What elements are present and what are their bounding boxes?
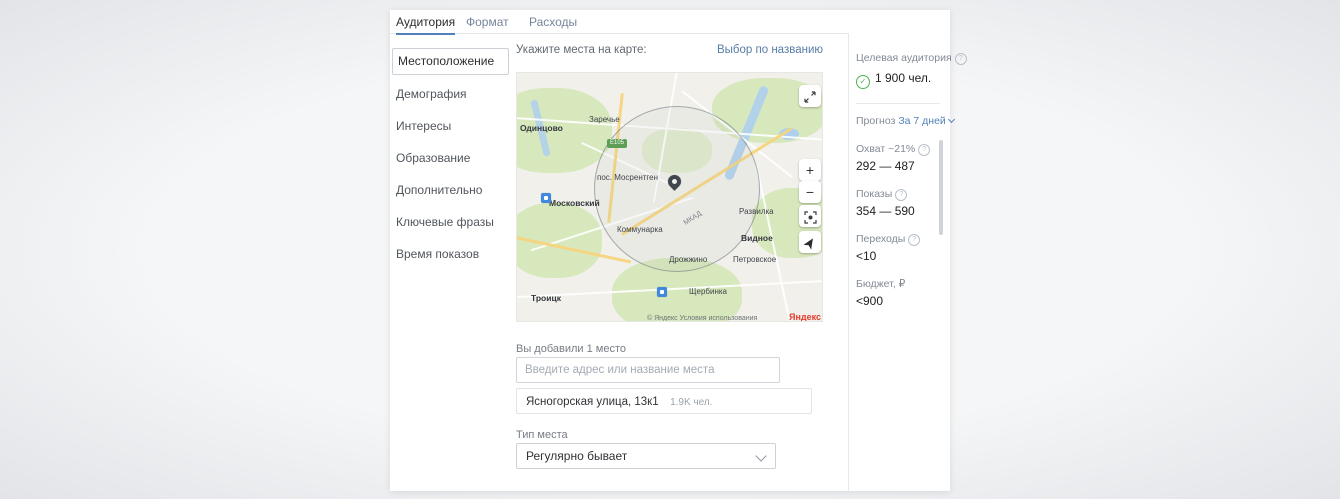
target-audience-text: Целевая аудитория xyxy=(856,52,952,64)
impressions-label: Показы? xyxy=(856,188,907,201)
clicks-label: Переходы? xyxy=(856,233,920,246)
forecast-label: Прогноз xyxy=(856,115,895,127)
sidebar-item-education[interactable]: Образование xyxy=(396,151,470,165)
impressions-text: Показы xyxy=(856,188,892,200)
scrollbar-thumb[interactable] xyxy=(939,140,943,235)
map-label: Петровское xyxy=(733,255,776,264)
tab-audience[interactable]: Аудитория xyxy=(396,15,455,35)
sidebar-item-keyphrases[interactable]: Ключевые фразы xyxy=(396,215,494,229)
clicks-value: <10 xyxy=(856,249,876,263)
map-poi-icon xyxy=(541,193,551,203)
tab-spending[interactable]: Расходы xyxy=(529,15,577,33)
info-icon[interactable]: ? xyxy=(918,144,930,156)
info-icon[interactable]: ? xyxy=(895,189,907,201)
place-name: Ясногорская улица, 13к1 xyxy=(526,396,659,408)
panel-divider xyxy=(848,33,849,491)
geolocation-button[interactable] xyxy=(799,231,821,253)
chevron-down-icon xyxy=(755,450,766,461)
summary-divider xyxy=(856,103,940,104)
target-audience-label: Целевая аудитория? xyxy=(856,52,967,65)
audience-count: 1 900 чел. xyxy=(875,71,931,85)
map-attribution: © Яндекс Условия использования xyxy=(647,315,757,322)
forecast-period-value: За 7 дней xyxy=(898,115,946,127)
place-type-value: Регулярно бывает xyxy=(526,449,627,463)
map-label: Дрожжино xyxy=(669,255,707,264)
measure-tool-button[interactable] xyxy=(799,205,821,227)
select-by-name-link[interactable]: Выбор по названию xyxy=(717,44,823,56)
map-label: Щербинка xyxy=(689,287,727,296)
chevron-down-icon xyxy=(948,116,955,123)
place-type-label: Тип места xyxy=(516,429,568,441)
reach-text: Охват ~21% xyxy=(856,143,915,155)
info-icon[interactable]: ? xyxy=(955,53,967,65)
map-label: Одинцово xyxy=(520,123,563,133)
sidebar-item-showtime[interactable]: Время показов xyxy=(396,247,479,261)
road-number-badge: Е105 xyxy=(607,139,627,148)
fullscreen-button[interactable] xyxy=(799,85,821,107)
budget-value: <900 xyxy=(856,294,883,308)
tab-bar: Аудитория Формат Расходы xyxy=(390,10,848,34)
reach-label: Охват ~21%? xyxy=(856,143,930,156)
tab-format[interactable]: Формат xyxy=(466,15,509,33)
sidebar-item-additional[interactable]: Дополнительно xyxy=(396,183,482,197)
info-icon[interactable]: ? xyxy=(908,234,920,246)
map-label: Коммунарка xyxy=(617,225,663,234)
map-prompt-label: Укажите места на карте: xyxy=(516,44,647,56)
sidebar-item-demography[interactable]: Демография xyxy=(396,87,467,101)
map-poi-icon xyxy=(657,287,667,297)
yandex-logo[interactable]: Яндекс xyxy=(789,312,821,322)
map-label: Заречье xyxy=(589,115,620,124)
terms-of-use-link[interactable]: Условия использования xyxy=(680,315,758,322)
map-label: Московский xyxy=(549,198,600,208)
forecast-period-dropdown[interactable]: За 7 дней xyxy=(898,115,954,127)
added-place-row[interactable]: Ясногорская улица, 13к1 1.9K чел. xyxy=(516,388,812,414)
sidebar-item-interests[interactable]: Интересы xyxy=(396,119,451,133)
address-search-input[interactable] xyxy=(516,357,780,383)
budget-label: Бюджет, ₽ xyxy=(856,278,905,290)
clicks-text: Переходы xyxy=(856,233,905,245)
target-audience-value: ✓ 1 900 чел. xyxy=(856,71,931,89)
attribution-copyright: © Яндекс xyxy=(647,315,678,322)
zoom-out-button[interactable]: − xyxy=(799,181,821,203)
check-circle-icon: ✓ xyxy=(856,75,870,89)
zoom-in-button[interactable]: + xyxy=(799,159,821,181)
added-places-label: Вы добавили 1 место xyxy=(516,343,626,355)
reach-value: 292 — 487 xyxy=(856,159,915,173)
sidebar-item-location[interactable]: Местоположение xyxy=(392,48,509,75)
place-audience-count: 1.9K чел. xyxy=(670,397,712,408)
map-label: Развилка xyxy=(739,207,774,216)
yandex-map[interactable]: Одинцово Заречье пос. Мосрентген Московс… xyxy=(516,72,823,322)
map-label: пос. Мосрентген xyxy=(597,173,658,182)
ads-settings-card: Аудитория Формат Расходы Местоположение … xyxy=(390,10,950,491)
map-label: Видное xyxy=(741,233,773,243)
place-type-select[interactable]: Регулярно бывает xyxy=(516,443,776,469)
impressions-value: 354 — 590 xyxy=(856,204,915,218)
radius-selection-circle xyxy=(594,106,760,272)
forecast-row: Прогноз За 7 дней xyxy=(856,115,954,127)
map-label: Троицк xyxy=(531,293,561,303)
